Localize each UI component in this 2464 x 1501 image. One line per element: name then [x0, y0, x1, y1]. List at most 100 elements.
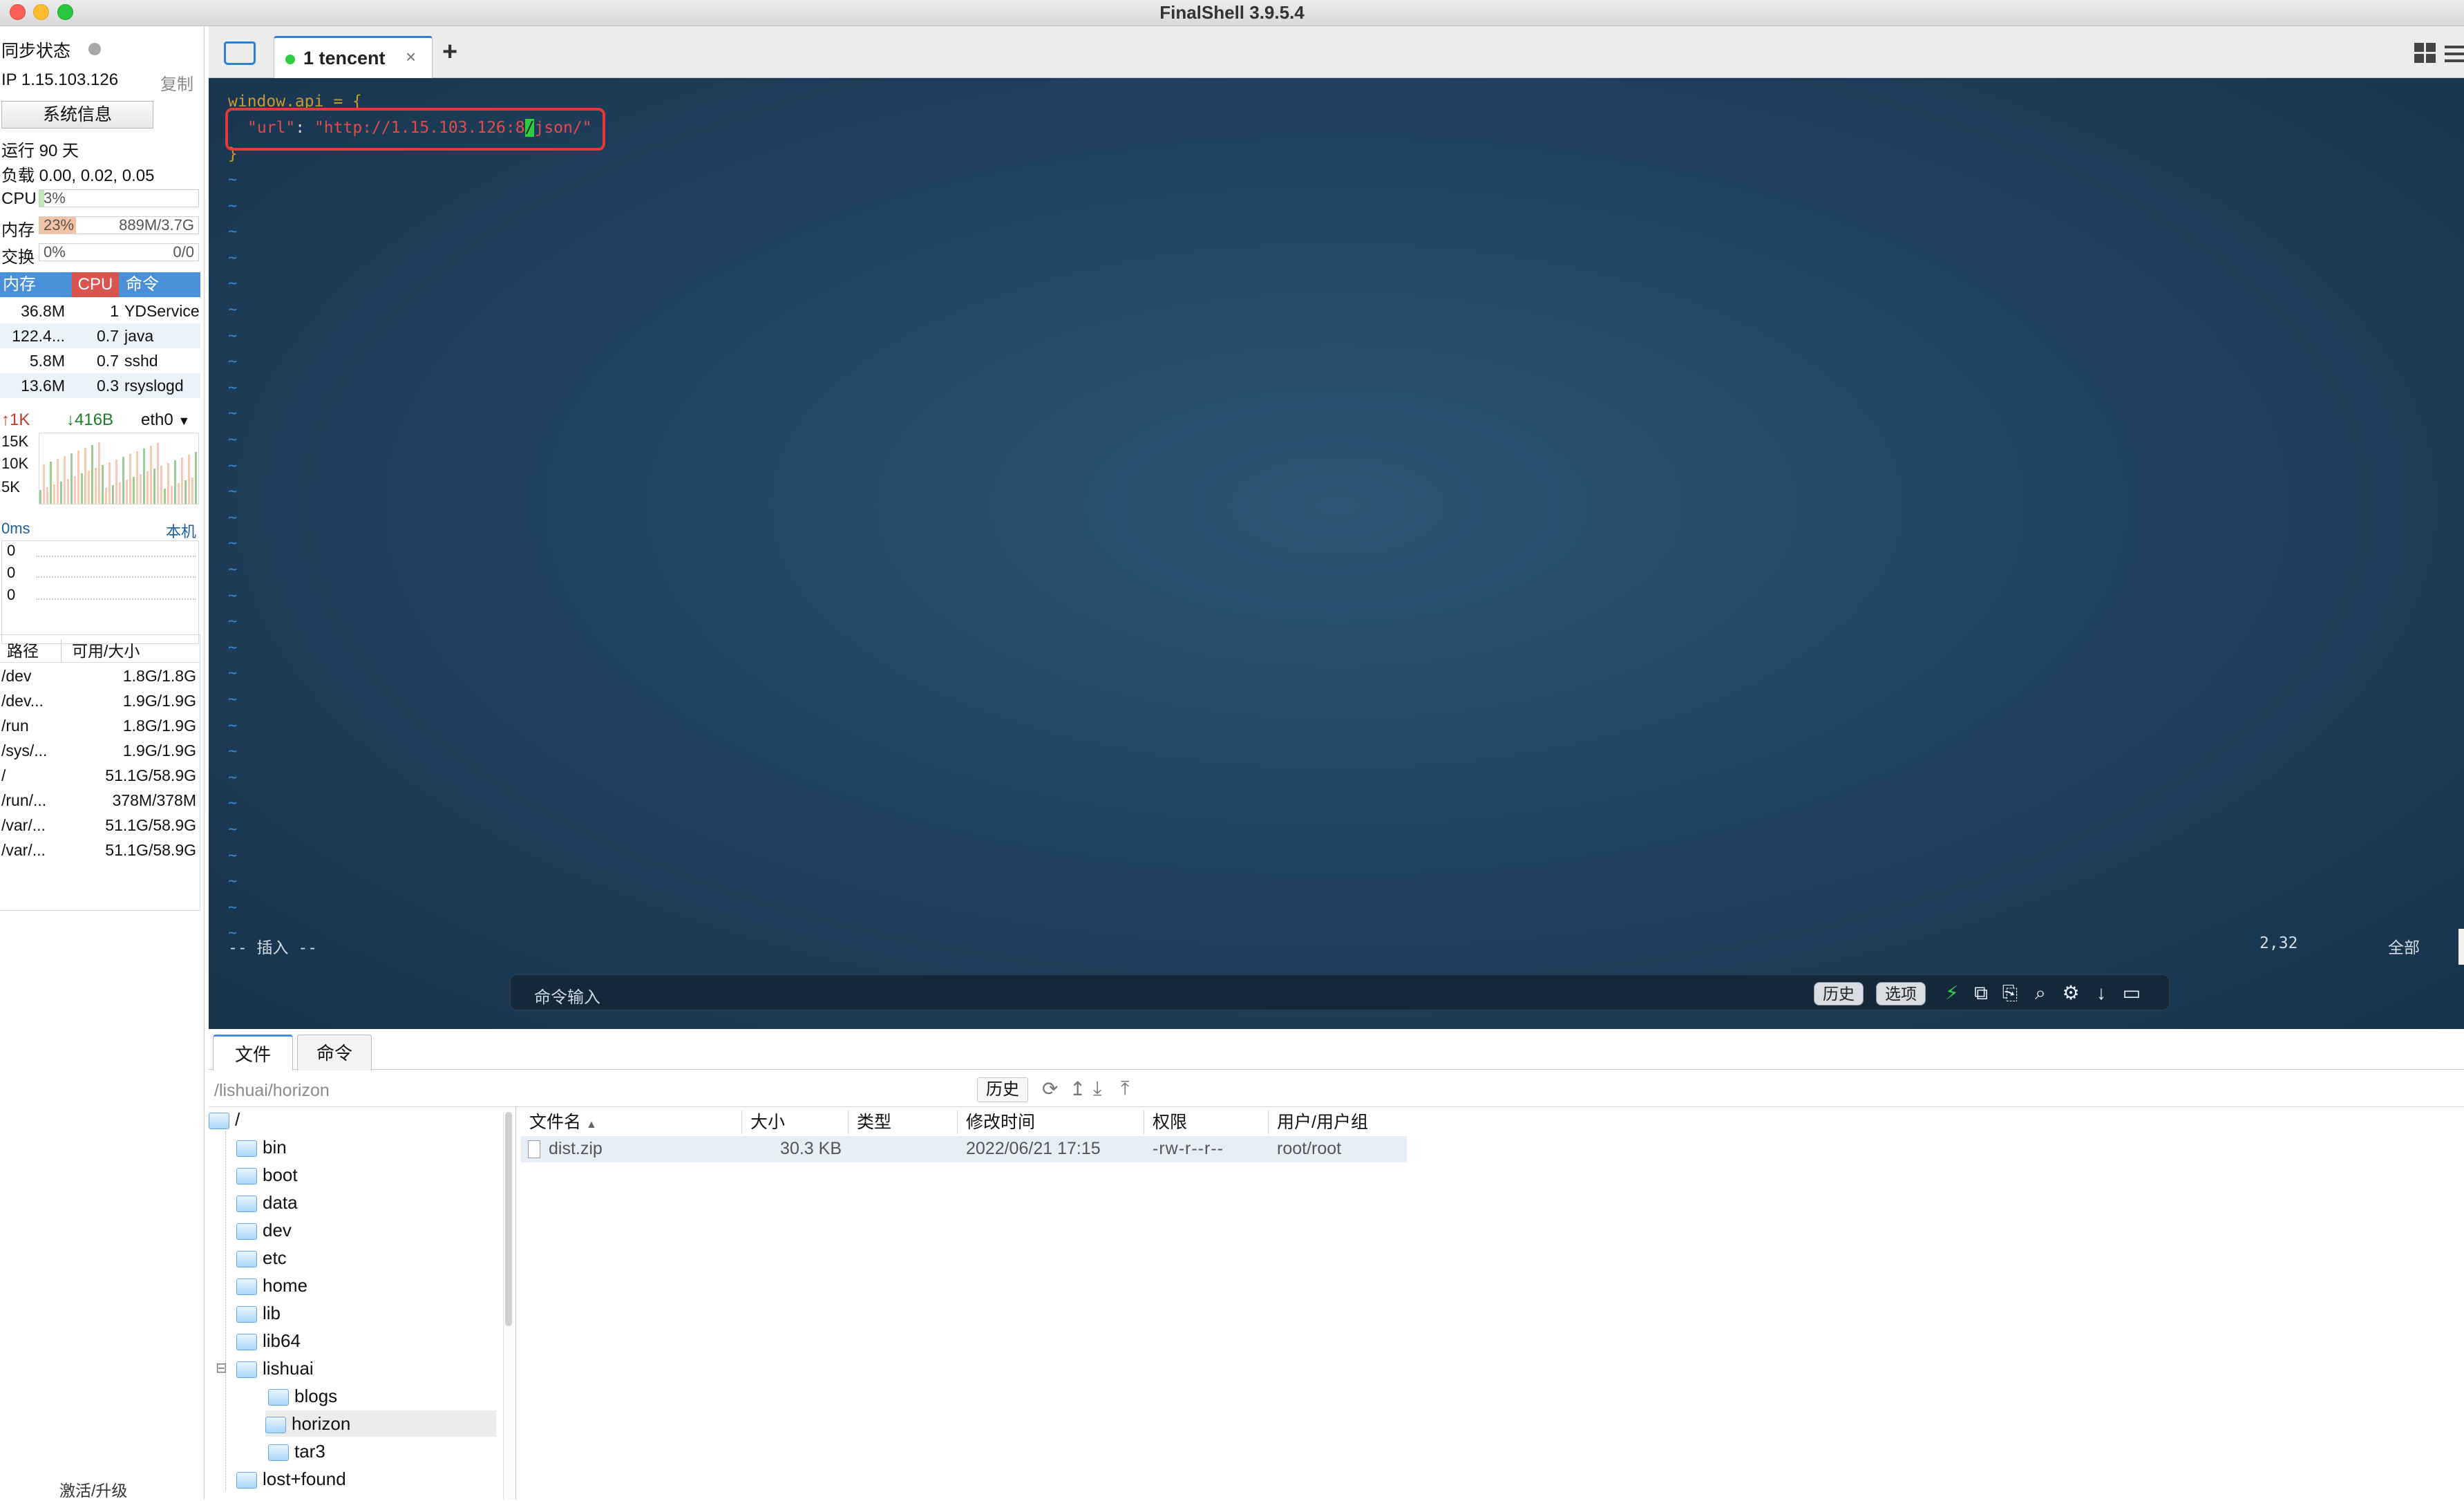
proc-cpu: 1 [110, 302, 119, 320]
empty-line-tilde: ~ [228, 431, 238, 449]
command-input[interactable]: 命令输入 [534, 983, 600, 1008]
tree-item-lishuai[interactable]: ⊟ lishuai [216, 1355, 499, 1381]
net-traffic-bar [77, 451, 79, 504]
path-history-button[interactable]: 历史 [977, 1077, 1028, 1102]
tab-commands[interactable]: 命令 [297, 1035, 372, 1070]
download-icon[interactable]: ⤓ [1093, 1077, 1101, 1100]
tree-item-lib[interactable]: lib [236, 1300, 499, 1326]
download-arrow-icon[interactable]: ↓ [2089, 981, 2114, 1006]
tree-scrollbar[interactable] [503, 1112, 514, 1500]
tree-item-blogs[interactable]: blogs [268, 1383, 499, 1409]
net-traffic-bar [50, 462, 52, 504]
tree-item-label: blogs [294, 1386, 338, 1406]
gear-icon[interactable]: ⚙ [2058, 981, 2083, 1006]
empty-line-tilde: ~ [228, 249, 238, 267]
empty-line-tilde: ~ [228, 873, 238, 891]
lightning-icon[interactable]: ⚡ [1940, 981, 1964, 1006]
memory-label: 内存 [1, 221, 35, 240]
path-input[interactable]: /lishuai/horizon [214, 1079, 970, 1102]
command-input-bar: 命令输入 历史 选项 ⚡ ⧉ ⎘ ⌕ ⚙ ↓ ▭ [510, 974, 2170, 1010]
parent-folder-icon[interactable]: ↥ [1070, 1077, 1086, 1100]
paste-icon[interactable]: ⎘ [1998, 981, 2022, 1006]
disk-row[interactable]: / 51.1G/58.9G [0, 763, 200, 788]
tree-item-dev[interactable]: dev [236, 1217, 499, 1243]
upload-icon[interactable]: ⤒ [1121, 1077, 1129, 1100]
disk-row[interactable]: /dev 1.8G/1.8G [0, 663, 200, 688]
disk-path: /run [1, 717, 29, 735]
tab-files[interactable]: 文件 [213, 1035, 293, 1070]
disk-row[interactable]: /var/... 51.1G/58.9G [0, 838, 200, 862]
add-tab-button[interactable]: + [442, 37, 457, 67]
net-traffic-bar [195, 452, 197, 504]
process-row[interactable]: 122.4... 0.7 java [0, 323, 200, 348]
disk-col-path[interactable]: 路径 [7, 639, 39, 663]
col-filename[interactable]: 文件名 ▲ [521, 1111, 742, 1134]
pane-splitter[interactable] [515, 1106, 520, 1500]
col-modified[interactable]: 修改时间 [958, 1111, 1144, 1134]
disk-row[interactable]: /run 1.8G/1.9G [0, 713, 200, 738]
tree-item-tar3[interactable]: tar3 [268, 1438, 499, 1464]
net-upload-value: 1K [10, 410, 30, 429]
tab-session-tencent[interactable]: 1 tencent × [274, 36, 433, 78]
disk-size: 51.1G/58.9G [105, 841, 196, 859]
tree-item-horizon[interactable]: horizon [265, 1410, 496, 1437]
col-owner[interactable]: 用户/用户组 [1269, 1111, 1407, 1134]
net-download-rate: ↓416B [66, 410, 114, 429]
system-info-button[interactable]: 系统信息 [1, 101, 153, 129]
title-bar: FinalShell 3.9.5.4 [0, 0, 2464, 26]
process-row[interactable]: 13.6M 0.3 rsyslogd [0, 373, 200, 398]
empty-line-tilde: ~ [228, 691, 238, 708]
command-history-button[interactable]: 历史 [1814, 982, 1864, 1006]
disk-row[interactable]: /dev... 1.9G/1.9G [0, 688, 200, 713]
proc-col-cpu[interactable]: CPU [72, 272, 119, 297]
terminal-view[interactable] [209, 78, 2464, 1029]
close-tab-icon[interactable]: × [406, 46, 416, 68]
process-table-header: 内存 CPU 命令 [0, 272, 200, 297]
tree-item-home[interactable]: home [236, 1272, 499, 1299]
empty-line-tilde: ~ [228, 613, 238, 631]
tree-scroll-thumb[interactable] [505, 1112, 512, 1326]
tree-item-lib64[interactable]: lib64 [236, 1328, 499, 1354]
net-interface-select[interactable]: eth0 ▼ [141, 410, 190, 430]
disk-row[interactable]: /sys/... 1.9G/1.9G [0, 738, 200, 763]
tree-item-label: horizon [292, 1413, 351, 1434]
command-options-button[interactable]: 选项 [1876, 982, 1926, 1006]
col-permissions[interactable]: 权限 [1144, 1111, 1269, 1134]
tree-guide-line [225, 1131, 226, 1491]
tree-item-boot[interactable]: boot [236, 1162, 499, 1188]
disk-row[interactable]: /var/... 51.1G/58.9G [0, 813, 200, 838]
open-folder-icon[interactable] [224, 41, 256, 65]
empty-line-tilde: ~ [228, 535, 238, 553]
grid-view-icon[interactable] [2414, 43, 2436, 64]
col-type[interactable]: 类型 [849, 1111, 958, 1134]
activate-upgrade-link[interactable]: 激活/升级 [59, 1478, 127, 1501]
col-size[interactable]: 大小 [742, 1111, 849, 1134]
tree-item-label: tar3 [294, 1441, 325, 1462]
file-row[interactable]: dist.zip 30.3 KB 2022/06/21 17:15 -rw-r-… [521, 1136, 1407, 1162]
process-row[interactable]: 5.8M 0.7 sshd [0, 348, 200, 373]
menu-icon[interactable] [2445, 44, 2464, 64]
net-scale-5k: 5K [1, 478, 20, 495]
empty-line-tilde: ~ [228, 743, 238, 761]
tree-item-data[interactable]: data [236, 1189, 499, 1216]
proc-col-command[interactable]: 命令 [126, 272, 159, 297]
tree-item-bin[interactable]: bin [236, 1134, 499, 1160]
empty-line-tilde: ~ [228, 665, 238, 683]
tree-item-lost-found[interactable]: lost+found [236, 1466, 499, 1492]
proc-col-memory[interactable]: 内存 [3, 272, 36, 297]
tree-item-root[interactable]: / [209, 1106, 499, 1133]
ping-host[interactable]: 本机 [166, 520, 196, 542]
net-traffic-bar [43, 464, 45, 504]
refresh-icon[interactable]: ⟳ [1042, 1077, 1058, 1100]
net-interface-label: eth0 [141, 410, 173, 429]
copy-ip-button[interactable]: 复制 [160, 70, 193, 95]
disk-col-size[interactable]: 可用/大小 [72, 639, 140, 663]
net-traffic-bar [81, 473, 83, 504]
search-icon[interactable]: ⌕ [2028, 981, 2053, 1006]
net-traffic-bar [140, 474, 142, 504]
copy-icon[interactable]: ⧉ [1969, 981, 1993, 1006]
process-row[interactable]: 36.8M 1 YDService [0, 299, 200, 323]
tree-item-etc[interactable]: etc [236, 1245, 499, 1271]
maximize-icon[interactable]: ▭ [2119, 981, 2144, 1006]
disk-row[interactable]: /run/... 378M/378M [0, 788, 200, 813]
